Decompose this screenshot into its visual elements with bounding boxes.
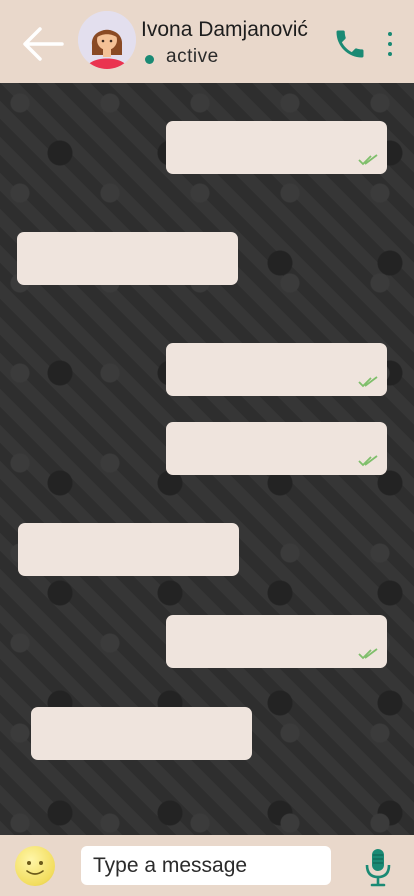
- message-outgoing[interactable]: [166, 615, 387, 668]
- online-status-dot: [145, 55, 154, 64]
- double-check-read-icon: [358, 648, 378, 660]
- voice-call-button[interactable]: [332, 26, 368, 62]
- microphone-icon: [365, 849, 391, 887]
- contact-name[interactable]: Ivona Damjanović: [141, 18, 308, 42]
- message-outgoing[interactable]: [166, 121, 387, 174]
- contact-status: active: [166, 46, 219, 67]
- message-incoming[interactable]: [18, 523, 239, 576]
- voice-message-button[interactable]: [362, 847, 394, 887]
- more-vert-icon: [384, 32, 396, 56]
- avatar[interactable]: [78, 11, 136, 69]
- double-check-read-icon: [358, 455, 378, 467]
- chat-messages-area[interactable]: [0, 83, 414, 835]
- more-options-button[interactable]: [384, 29, 396, 61]
- phone-icon: [336, 30, 364, 58]
- person-avatar-icon: [78, 11, 136, 69]
- double-check-read-icon: [358, 154, 378, 166]
- message-outgoing[interactable]: [166, 343, 387, 396]
- back-button[interactable]: [22, 26, 64, 62]
- emoji-icon: [26, 861, 44, 875]
- message-input[interactable]: [81, 846, 331, 885]
- composer-bar: [0, 835, 414, 896]
- double-check-read-icon: [358, 376, 378, 388]
- chat-header: Ivona Damjanović active: [0, 0, 414, 83]
- emoji-button[interactable]: [15, 846, 55, 886]
- message-incoming[interactable]: [17, 232, 238, 285]
- message-outgoing[interactable]: [166, 422, 387, 475]
- message-incoming[interactable]: [31, 707, 252, 760]
- back-arrow-icon: [23, 27, 64, 61]
